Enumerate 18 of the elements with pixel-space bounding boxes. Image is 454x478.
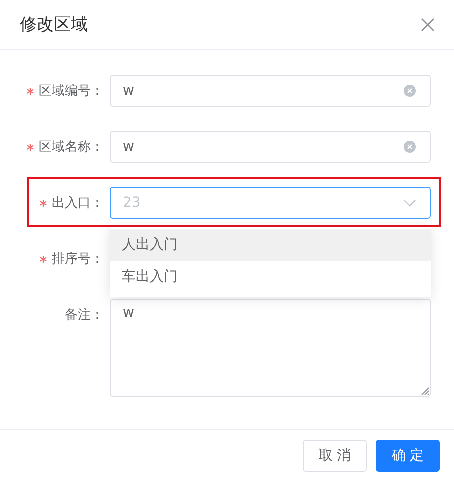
field-label: 区域名称： xyxy=(39,139,104,156)
clear-icon[interactable] xyxy=(404,141,416,153)
clear-icon[interactable] xyxy=(404,85,416,97)
chevron-down-icon xyxy=(404,200,416,206)
cancel-button[interactable]: 取 消 xyxy=(303,440,367,472)
field-label: 排序号： xyxy=(52,251,104,268)
input-field[interactable]: w xyxy=(110,75,431,107)
input-field[interactable]: w xyxy=(110,131,431,163)
field-label: 备注： xyxy=(65,307,104,324)
close-icon[interactable] xyxy=(421,18,435,32)
confirm-button[interactable]: 确 定 xyxy=(376,440,440,472)
field-label: 区域编号： xyxy=(39,83,104,100)
resize-handle-icon[interactable] xyxy=(421,387,429,395)
dropdown-option[interactable]: 车出入门 xyxy=(110,261,431,293)
dialog-title: 修改区域 xyxy=(20,14,88,36)
field-label: 出入口： xyxy=(52,195,104,212)
dropdown-option[interactable]: 人出入门 xyxy=(110,229,431,261)
textarea-field[interactable]: w xyxy=(110,299,431,397)
